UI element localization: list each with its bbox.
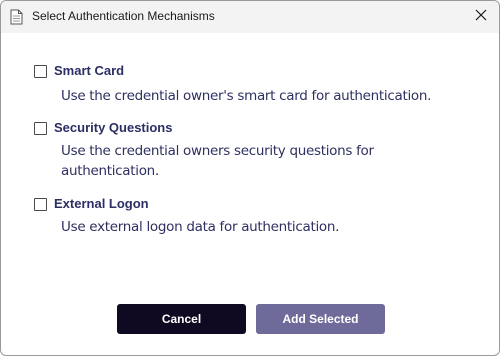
external-logon-checkbox[interactable] bbox=[34, 198, 47, 211]
cancel-button[interactable]: Cancel bbox=[117, 304, 246, 334]
security-questions-description: Use the credential owners security quest… bbox=[61, 143, 374, 179]
window-title: Select Authentication Mechanisms bbox=[32, 9, 215, 23]
smart-card-checkbox[interactable] bbox=[34, 65, 47, 78]
smart-card-label[interactable]: Smart Card bbox=[54, 63, 124, 78]
add-selected-button[interactable]: Add Selected bbox=[256, 304, 385, 334]
close-icon bbox=[475, 8, 487, 26]
security-questions-checkbox[interactable] bbox=[34, 122, 47, 135]
external-logon-description: Use external logon data for authenticati… bbox=[61, 219, 340, 235]
smart-card-description: Use the credential owner's smart card fo… bbox=[61, 88, 432, 104]
dialog-window: Select Authentication Mechanisms Smart C… bbox=[0, 0, 500, 356]
title-bar: Select Authentication Mechanisms bbox=[1, 1, 499, 33]
close-button[interactable] bbox=[463, 1, 499, 33]
external-logon-label[interactable]: External Logon bbox=[54, 196, 149, 211]
document-icon bbox=[10, 9, 23, 25]
security-questions-label[interactable]: Security Questions bbox=[54, 120, 172, 135]
